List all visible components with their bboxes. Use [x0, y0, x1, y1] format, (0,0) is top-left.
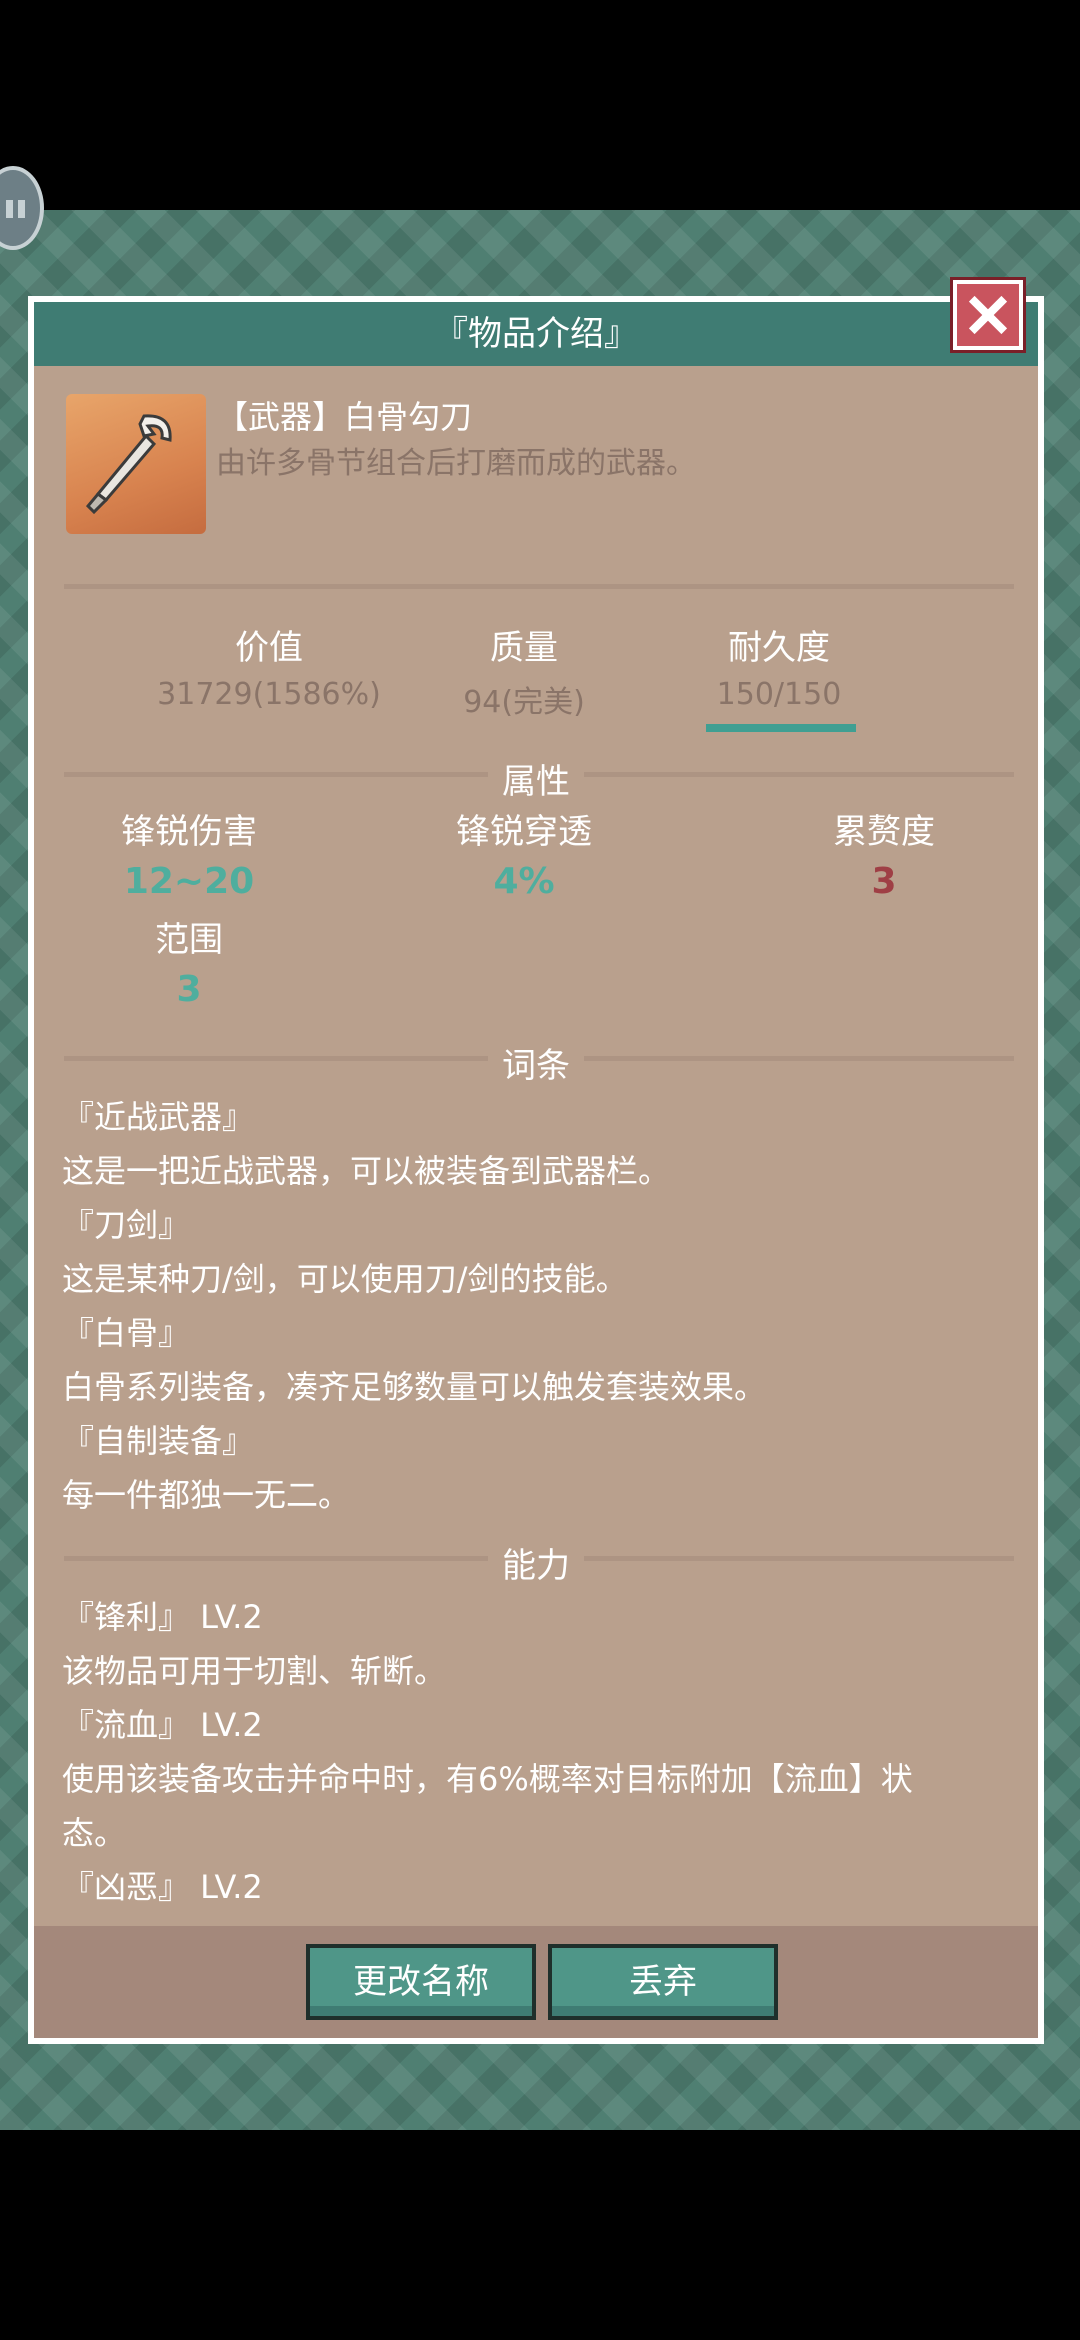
durability-bar: [706, 724, 856, 732]
stat-durability: 耐久度 150/150: [674, 620, 884, 712]
affix-line: 这是某种刀/剑，可以使用刀/剑的技能。: [62, 1260, 628, 1298]
stat-label: 耐久度: [728, 628, 830, 668]
attr-encumbrance: 累赘度 3: [804, 804, 964, 902]
top-black-bar: [0, 0, 1080, 210]
stat-label: 质量: [490, 628, 558, 668]
stat-number: 31729(1586%): [157, 677, 381, 712]
ability-line: 『流血』 LV.2: [62, 1706, 263, 1744]
attr-value: 3: [871, 861, 897, 902]
affix-line: 『刀剑』: [62, 1206, 191, 1244]
attr-label: 锋锐穿透: [456, 812, 592, 852]
section-title-abilities: 能力: [34, 1538, 1038, 1587]
affix-line: 每一件都独一无二。: [62, 1476, 351, 1514]
stat-number: 150/150: [716, 677, 842, 712]
stat-label: 价值: [235, 628, 303, 668]
discard-button[interactable]: 丢弃: [548, 1944, 778, 2020]
ability-line: 『锋利』 LV.2: [62, 1598, 263, 1636]
rename-button[interactable]: 更改名称: [306, 1944, 536, 2020]
ability-line: 『凶恶』 LV.2: [62, 1868, 263, 1906]
dialog-footer: 更改名称 丢弃: [34, 1926, 1038, 2038]
stat-quality: 质量 94(完美): [434, 620, 614, 721]
affix-line: 『白骨』: [62, 1314, 191, 1352]
attr-sharp-penetration: 锋锐穿透 4%: [429, 804, 619, 902]
item-name: 【武器】白骨勾刀: [216, 398, 473, 436]
affix-line: 『自制装备』: [62, 1422, 255, 1460]
affix-line: 白骨系列装备，凑齐足够数量可以触发套装效果。: [62, 1368, 767, 1406]
ability-line: 态。: [62, 1814, 127, 1852]
bottom-black-bar: [0, 2130, 1080, 2340]
dialog-title: 『物品介绍』: [34, 302, 1038, 366]
stat-number: 94(完美): [463, 685, 585, 720]
attr-label: 累赘度: [833, 812, 935, 852]
divider: [64, 584, 1014, 589]
attr-value: 4%: [493, 861, 555, 902]
attr-value: 3: [176, 969, 202, 1010]
ability-line: 使用该装备攻击并命中时，有6%概率对目标附加【流血】状: [62, 1760, 913, 1798]
attr-range: 范围 3: [124, 912, 254, 1010]
attr-label: 锋锐伤害: [121, 812, 257, 852]
section-title-affixes: 词条: [34, 1038, 1038, 1087]
attr-value: 12~20: [123, 861, 255, 902]
bone-hook-blade-icon: [66, 394, 206, 534]
affix-line: 『近战武器』: [62, 1098, 255, 1136]
section-title-attributes: 属性: [34, 754, 1038, 803]
item-description: 由许多骨节组合后打磨而成的武器。: [216, 446, 696, 481]
affix-line: 这是一把近战武器，可以被装备到武器栏。: [62, 1152, 671, 1190]
attr-sharp-damage: 锋锐伤害 12~20: [94, 804, 284, 902]
stat-value: 价值 31729(1586%): [154, 620, 384, 712]
item-detail-dialog: 『物品介绍』 【武器】白骨勾刀 由许多骨节组合后打磨而成的武器。 价值 3172…: [28, 296, 1044, 2044]
close-icon[interactable]: [953, 280, 1023, 350]
attr-label: 范围: [155, 920, 223, 960]
ability-line: 该物品可用于切割、斩断。: [62, 1652, 447, 1690]
